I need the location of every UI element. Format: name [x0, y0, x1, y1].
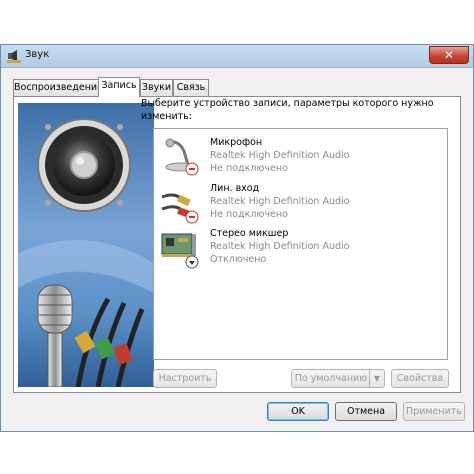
device-driver: Realtek High Definition Audio [210, 241, 350, 252]
list-item[interactable]: Лин. вход Realtek High Definition Audio … [156, 183, 446, 227]
configure-button[interactable]: Настроить [153, 369, 217, 388]
chevron-down-icon[interactable]: ▼ [369, 370, 384, 387]
button-label: Отмена [346, 406, 386, 417]
instruction-text: Выберите устройство записи, параметры ко… [141, 98, 434, 122]
device-name: Стерео микшер [210, 228, 289, 239]
device-status: Отключено [210, 254, 267, 265]
tab-recording[interactable]: Запись [98, 77, 140, 97]
close-icon: ✕ [443, 48, 455, 62]
speaker-art-icon [37, 118, 131, 212]
button-label: По умолчанию [294, 373, 368, 384]
microphone-icon [165, 138, 199, 176]
device-name: Лин. вход [210, 183, 260, 194]
device-driver: Realtek High Definition Audio [210, 150, 350, 161]
list-item[interactable]: Микрофон Realtek High Definition Audio Н… [156, 137, 446, 181]
button-label: Настроить [158, 373, 212, 384]
device-driver: Realtek High Definition Audio [210, 196, 350, 207]
tab-label: Связь [176, 82, 206, 93]
sound-dialog: Звук ✕ Воспроизведение Запись Звуки Связ… [0, 44, 474, 432]
ok-button[interactable]: OK [267, 402, 329, 421]
properties-button[interactable]: Свойства [391, 369, 449, 388]
button-label: Свойства [396, 373, 444, 384]
device-name: Микрофон [210, 137, 263, 148]
window-title: Звук [25, 49, 50, 60]
button-label: Применить [406, 406, 462, 417]
tab-playback[interactable]: Воспроизведение [13, 79, 103, 96]
tab-label: Воспроизведение [14, 82, 103, 93]
decorative-art [18, 103, 154, 387]
tab-label: Запись [101, 80, 137, 91]
list-item[interactable]: Стерео микшер Realtek High Definition Au… [156, 228, 446, 272]
set-default-button[interactable]: По умолчанию ▼ [291, 369, 385, 388]
close-button[interactable]: ✕ [429, 46, 469, 64]
device-status: Не подключено [210, 209, 288, 220]
button-label: OK [291, 406, 305, 417]
tab-label: Звуки [141, 82, 172, 93]
cancel-button[interactable]: Отмена [335, 402, 397, 421]
sound-card-icon [161, 233, 199, 269]
speaker-icon [7, 50, 21, 63]
device-status: Не подключено [210, 163, 288, 174]
device-list[interactable]: Микрофон Realtek High Definition Audio Н… [153, 128, 448, 360]
tab-communications[interactable]: Связь [173, 79, 209, 96]
tab-sounds[interactable]: Звуки [140, 79, 173, 96]
line-in-cable-icon [161, 193, 199, 224]
title-bar: Звук ✕ [1, 45, 473, 68]
apply-button[interactable]: Применить [403, 402, 465, 421]
